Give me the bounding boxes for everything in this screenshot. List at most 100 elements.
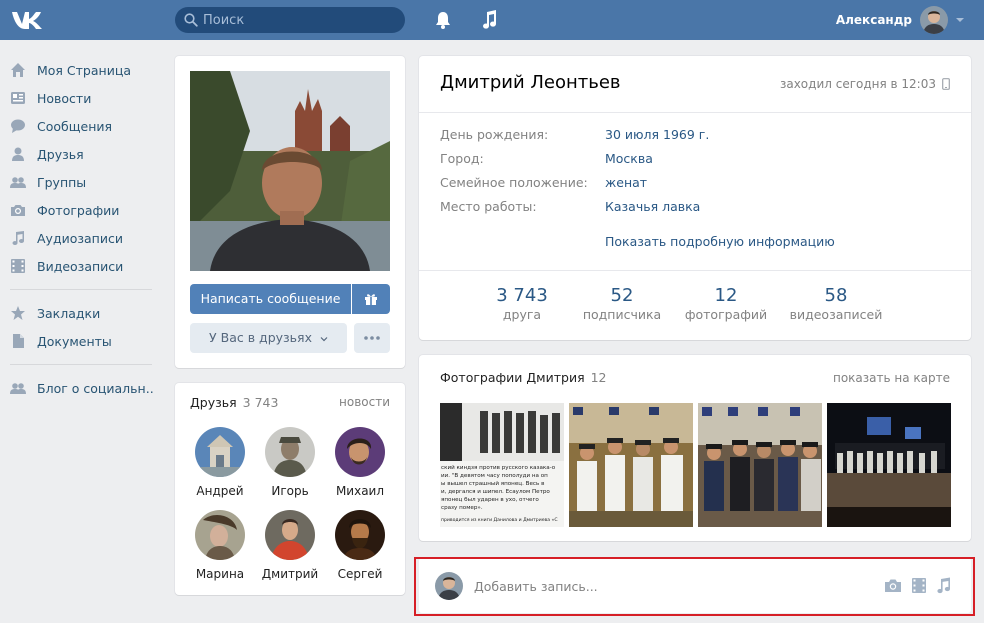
- friends-title[interactable]: Друзья: [190, 395, 237, 410]
- friends-news-link[interactable]: новости: [339, 395, 390, 409]
- photo-thumbnail[interactable]: ский киндзя против русского казака-о ии.…: [440, 403, 564, 527]
- sidebar-item-messages[interactable]: Сообщения: [0, 112, 160, 140]
- friend-name: Игорь: [271, 484, 309, 498]
- sidebar-item-documents[interactable]: Документы: [0, 327, 160, 355]
- sidebar-item-label: Блог о социальн..: [37, 380, 154, 396]
- info-value[interactable]: Москва: [605, 151, 653, 166]
- sidebar-item-bookmarks[interactable]: Закладки: [0, 299, 160, 327]
- new-post-input[interactable]: [474, 576, 854, 596]
- stat-number: 12: [714, 285, 738, 306]
- attach-audio-icon[interactable]: [935, 577, 953, 594]
- friend-name: Андрей: [196, 484, 244, 498]
- new-post-composer: [419, 558, 971, 613]
- info-key: Город:: [440, 151, 484, 166]
- photo-thumbnail[interactable]: [569, 403, 693, 527]
- divider: [419, 270, 971, 271]
- friend-name: Михаил: [335, 484, 385, 498]
- friend-item[interactable]: Михаил: [325, 427, 395, 498]
- friend-item[interactable]: Дмитрий: [255, 510, 325, 581]
- stat-label: видеозаписей: [789, 307, 883, 322]
- show-full-info-link[interactable]: Показать подробную информацию: [605, 234, 835, 249]
- friend-avatar[interactable]: [265, 510, 315, 560]
- document-icon: [13, 334, 24, 348]
- music-player-icon[interactable]: [479, 9, 499, 31]
- friend-avatar[interactable]: [335, 427, 385, 477]
- profile-avatar[interactable]: [190, 71, 390, 271]
- user-menu[interactable]: Александр: [836, 4, 964, 36]
- friend-avatar[interactable]: [195, 510, 245, 560]
- show-on-map-link[interactable]: показать на карте: [833, 371, 950, 385]
- sidebar-item-label: Аудиозаписи: [37, 230, 123, 246]
- composer-avatar: [435, 572, 463, 600]
- info-value[interactable]: Казачья лавка: [605, 199, 700, 214]
- left-sidebar: Моя Страница Новости Сообщения Друзья Гр…: [0, 56, 160, 402]
- sidebar-item-blog-community[interactable]: Блог о социальн..: [0, 374, 160, 402]
- news-icon: [11, 92, 25, 104]
- clipping-line: и, дергался и шипел. Есаулом Петро: [441, 489, 550, 495]
- stat-label: друга: [502, 307, 542, 322]
- info-value[interactable]: 30 июля 1969 г.: [605, 127, 709, 142]
- friend-item[interactable]: Игорь: [255, 427, 325, 498]
- sidebar-item-label: Новости: [37, 90, 92, 106]
- photos-title: Фотографии Дмитрия: [440, 370, 585, 385]
- send-gift-button[interactable]: [352, 284, 390, 314]
- profile-photo-card: Написать сообщение У Вас в друзьях: [175, 56, 405, 368]
- user-name: Александр: [835, 13, 912, 27]
- music-icon: [12, 231, 25, 246]
- user-avatar[interactable]: [920, 6, 948, 34]
- photo-thumbnail[interactable]: [827, 403, 951, 527]
- gift-icon: [365, 294, 377, 305]
- friend-item[interactable]: Сергей: [325, 510, 395, 581]
- stat-number: 52: [610, 285, 634, 306]
- community-icon: [10, 383, 26, 394]
- more-dots-icon: [364, 336, 380, 340]
- friend-avatar[interactable]: [265, 427, 315, 477]
- friends-block: Друзья 3 743 новости Андрей Игорь Михаил …: [175, 383, 405, 595]
- friend-avatar[interactable]: [335, 510, 385, 560]
- friends-count: 3 743: [242, 395, 279, 410]
- star-icon: [11, 306, 25, 320]
- sidebar-item-video[interactable]: Видеозаписи: [0, 252, 160, 280]
- home-icon: [11, 63, 25, 77]
- search-box[interactable]: [175, 7, 405, 33]
- clipping-line: сразу помер».: [441, 505, 483, 511]
- friend-name: Марина: [195, 567, 245, 581]
- stat-label: подписчика: [582, 307, 662, 322]
- vk-logo-icon[interactable]: [10, 8, 44, 32]
- info-key: Семейное положение:: [440, 175, 588, 190]
- photo-thumbnail[interactable]: [698, 403, 822, 527]
- friend-avatar[interactable]: [195, 427, 245, 477]
- sidebar-item-groups[interactable]: Группы: [0, 168, 160, 196]
- sidebar-item-news[interactable]: Новости: [0, 84, 160, 112]
- stat-followers[interactable]: 52 подписчика: [567, 285, 677, 322]
- sidebar-item-my-page[interactable]: Моя Страница: [0, 56, 160, 84]
- mobile-phone-icon: [942, 78, 950, 90]
- more-actions-button[interactable]: [354, 323, 390, 353]
- stat-videos[interactable]: 58 видеозаписей: [781, 285, 891, 322]
- clipping-line: ский киндзя против русского казака-о: [441, 464, 556, 471]
- friend-status-button[interactable]: У Вас в друзьях: [190, 323, 347, 353]
- clipping-line: ии. "В девятом часу пополуди на оп: [441, 473, 548, 479]
- info-value[interactable]: женат: [605, 175, 647, 190]
- sidebar-item-label: Сообщения: [37, 118, 113, 134]
- attach-video-icon[interactable]: [910, 577, 928, 594]
- info-key: Место работы:: [440, 199, 537, 214]
- messages-icon: [11, 119, 25, 133]
- photos-header[interactable]: Фотографии Дмитрия 12: [440, 370, 607, 385]
- attach-photo-icon[interactable]: [884, 577, 902, 594]
- sidebar-divider: [10, 289, 152, 290]
- sidebar-item-photos[interactable]: Фотографии: [0, 196, 160, 224]
- friend-name: Дмитрий: [261, 567, 319, 581]
- stat-friends[interactable]: 3 743 друга: [467, 285, 577, 322]
- sidebar-item-audio[interactable]: Аудиозаписи: [0, 224, 160, 252]
- stat-number: 58: [824, 285, 848, 306]
- search-input[interactable]: [203, 11, 393, 29]
- friend-item[interactable]: Марина: [185, 510, 255, 581]
- friends-header: Друзья 3 743 новости: [190, 395, 390, 411]
- stat-photos[interactable]: 12 фотографий: [671, 285, 781, 322]
- photos-block: Фотографии Дмитрия 12 показать на карте с…: [419, 355, 971, 541]
- friend-item[interactable]: Андрей: [185, 427, 255, 498]
- sidebar-item-friends[interactable]: Друзья: [0, 140, 160, 168]
- send-message-button[interactable]: Написать сообщение: [190, 284, 351, 314]
- notifications-bell-icon[interactable]: [433, 10, 453, 30]
